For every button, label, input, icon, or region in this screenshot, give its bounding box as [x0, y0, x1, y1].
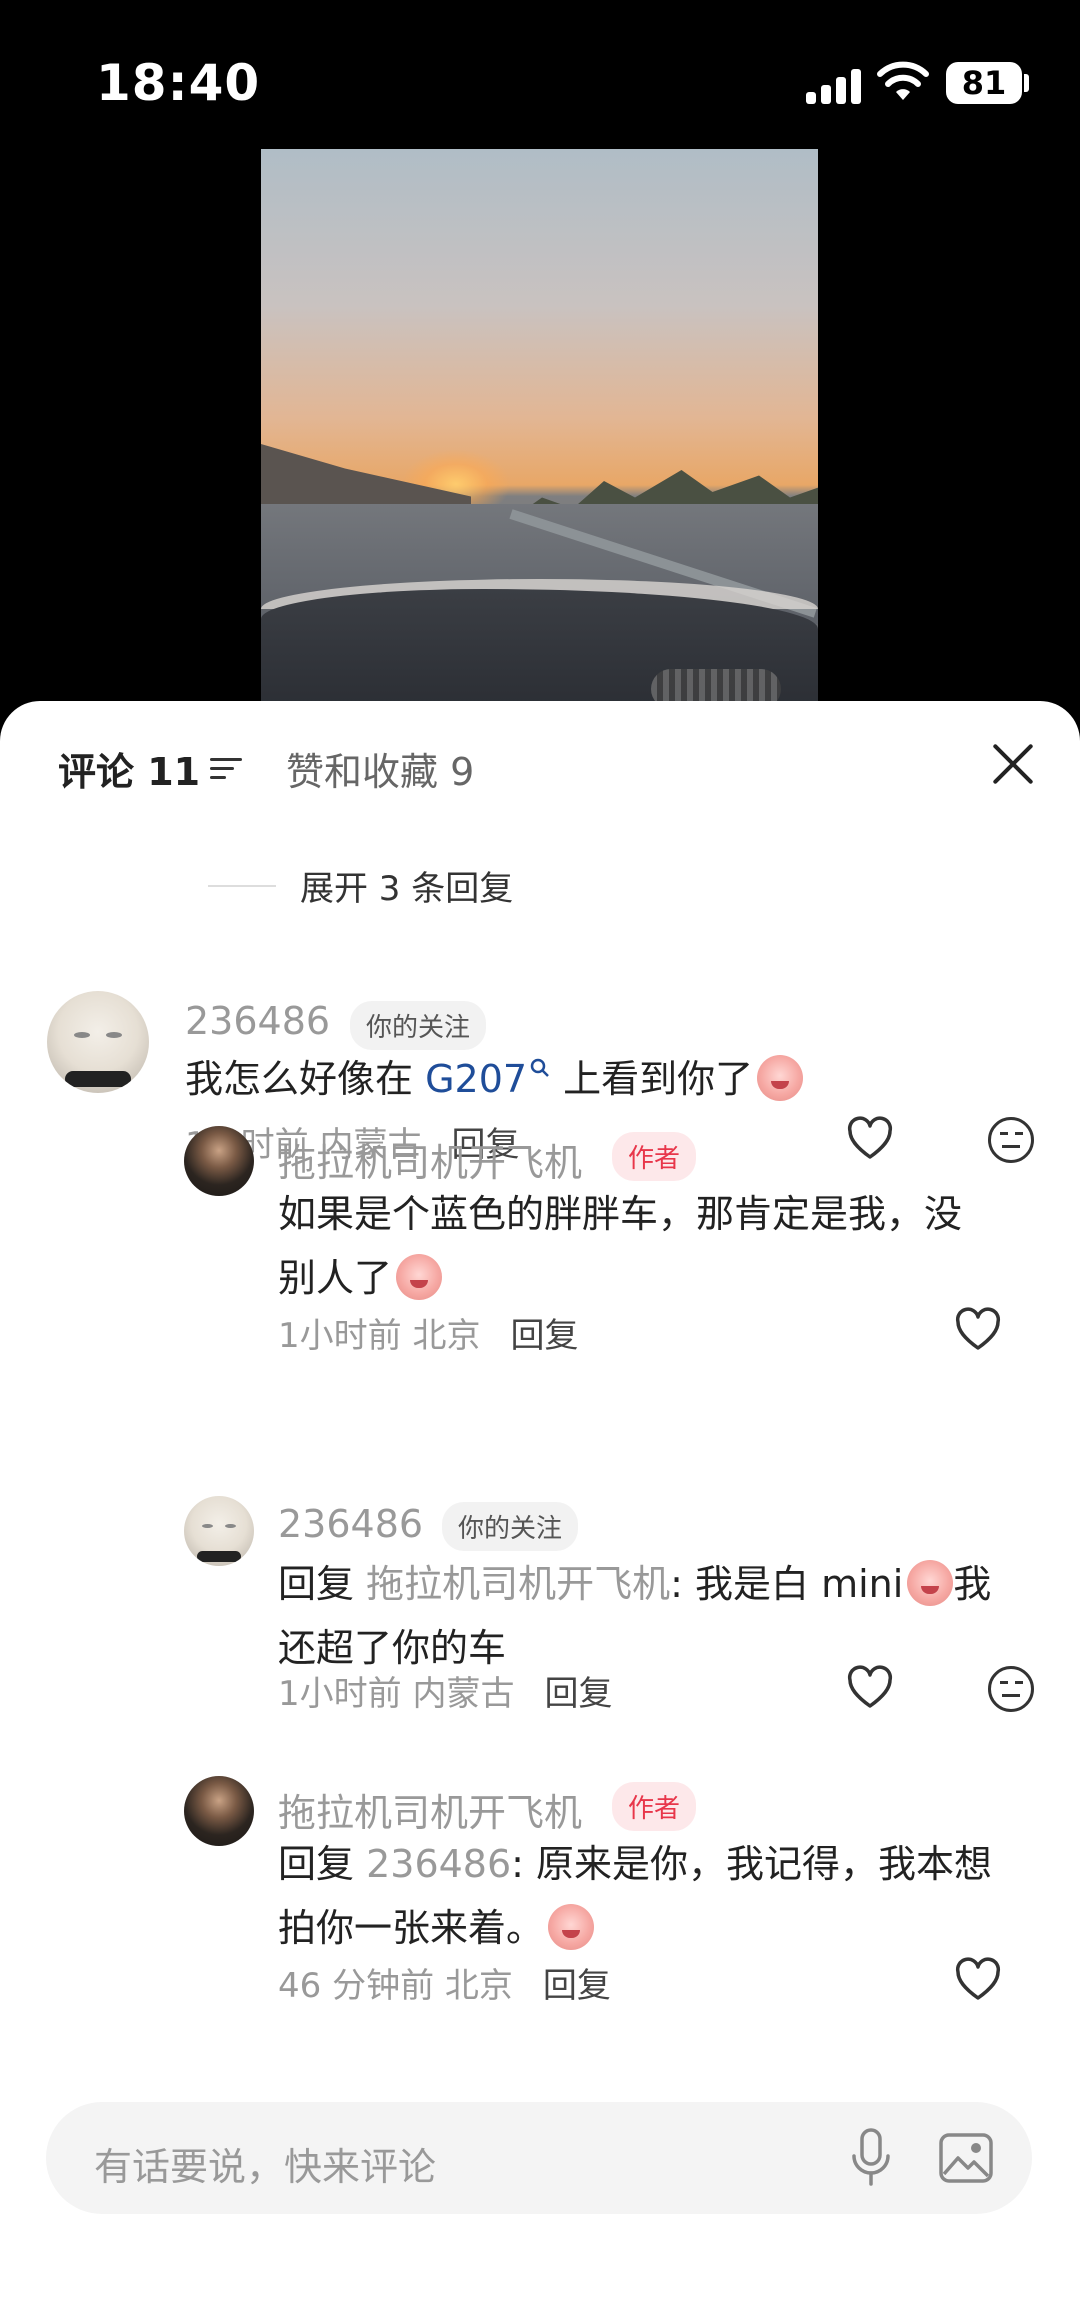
status-bar: 18:40 81	[0, 0, 1080, 150]
comment-text: 回复 236486: 原来是你，我记得，我本想 拍你一张来着。	[278, 1842, 993, 1950]
avatar[interactable]	[184, 1496, 254, 1566]
comment-username[interactable]: 236486	[278, 1502, 423, 1546]
smirk-emoji-icon	[907, 1559, 954, 1606]
comment-input[interactable]: 有话要说，快来评论	[94, 2136, 436, 2191]
heart-icon[interactable]	[954, 1306, 1002, 1354]
sort-icon[interactable]	[210, 756, 243, 782]
comment-location: 内蒙古	[412, 1674, 515, 1714]
comment-text: 回复 拖拉机司机开飞机: 我是白 mini 我 还超了你的车	[278, 1552, 1038, 1680]
microphone-icon[interactable]	[848, 2128, 894, 2188]
reply-button[interactable]: 回复	[543, 1958, 611, 2007]
comment-meta: 1小时前 内蒙古 回复	[278, 1666, 612, 1715]
highway-link[interactable]: G207	[425, 1057, 551, 1101]
comment-username[interactable]: 拖拉机司机开飞机	[278, 1132, 582, 1187]
comment-input-bar[interactable]: 有话要说，快来评论	[46, 2102, 1032, 2214]
comment-meta: 46 分钟前 北京 回复	[278, 1958, 611, 2007]
mention-link[interactable]: 236486	[366, 1842, 511, 1886]
signal-icon	[806, 68, 862, 104]
image-icon[interactable]	[938, 2130, 994, 2186]
author-badge: 作者	[612, 1132, 697, 1181]
comment-location: 北京	[444, 1966, 513, 2006]
comment-text: 如果是个蓝色的胖胖车，那肯定是我，没 别人了	[278, 1192, 963, 1300]
reply-item: 236486 你的关注 回复 拖拉机司机开飞机: 我是白 mini 我 还超了你的…	[0, 1496, 1080, 1714]
tab-likes-favorites[interactable]: 赞和收藏 9	[286, 741, 474, 796]
comment-time: 1小时前	[278, 1674, 402, 1714]
comment-item: 236486 你的关注 我怎么好像在 G207 上看到你了 1小时前 内蒙古 回…	[0, 991, 1080, 1165]
reply-item: 拖拉机司机开飞机 作者 如果是个蓝色的胖胖车，那肯定是我，没 别人了 1小时前 …	[0, 1126, 1080, 1356]
comment-time: 1小时前	[278, 1316, 402, 1356]
dislike-icon[interactable]	[988, 1666, 1034, 1712]
cry-emoji-icon	[548, 1903, 595, 1950]
avatar[interactable]	[184, 1126, 254, 1196]
comment-location: 北京	[412, 1316, 481, 1356]
avatar[interactable]	[47, 991, 149, 1093]
shush-emoji-icon	[757, 1054, 804, 1101]
comment-username[interactable]: 236486	[185, 999, 330, 1043]
reply-button[interactable]: 回复	[510, 1308, 578, 1357]
reply-button[interactable]: 回复	[544, 1666, 612, 1715]
follow-badge: 你的关注	[442, 1502, 579, 1551]
laugh-emoji-icon	[396, 1253, 443, 1300]
comment-sheet: 评论 11 赞和收藏 9 展开 3 条回复 236486 你的关注 我怎么好像在…	[0, 701, 1080, 2299]
heart-icon[interactable]	[954, 1956, 1002, 2004]
avatar[interactable]	[184, 1776, 254, 1846]
sheet-header: 评论 11 赞和收藏 9	[0, 701, 1080, 831]
search-icon	[530, 1058, 549, 1077]
close-icon[interactable]	[990, 741, 1036, 787]
comment-meta: 1小时前 北京 回复	[278, 1308, 578, 1357]
comment-text: 我怎么好像在 G207 上看到你了	[185, 1047, 985, 1111]
status-time: 18:40	[96, 54, 261, 112]
mention-link[interactable]: 拖拉机司机开飞机	[366, 1562, 670, 1606]
follow-badge: 你的关注	[350, 1001, 487, 1050]
divider	[208, 884, 276, 887]
reply-item: 拖拉机司机开飞机 作者 回复 236486: 原来是你，我记得，我本想 拍你一张…	[0, 1776, 1080, 2006]
wifi-icon	[877, 61, 929, 100]
video-player[interactable]	[261, 149, 818, 709]
tab-comments-label: 评论 11	[58, 750, 201, 794]
tab-comments[interactable]: 评论 11	[58, 741, 243, 796]
comment-username[interactable]: 拖拉机司机开飞机	[278, 1782, 582, 1837]
expand-replies[interactable]: 展开 3 条回复	[208, 861, 513, 910]
comment-time: 46 分钟前	[278, 1966, 435, 2006]
expand-replies-label: 展开 3 条回复	[300, 869, 514, 909]
battery-cap	[1024, 74, 1029, 92]
author-badge: 作者	[612, 1782, 697, 1831]
heart-icon[interactable]	[846, 1664, 894, 1712]
battery-icon: 81	[946, 62, 1022, 104]
